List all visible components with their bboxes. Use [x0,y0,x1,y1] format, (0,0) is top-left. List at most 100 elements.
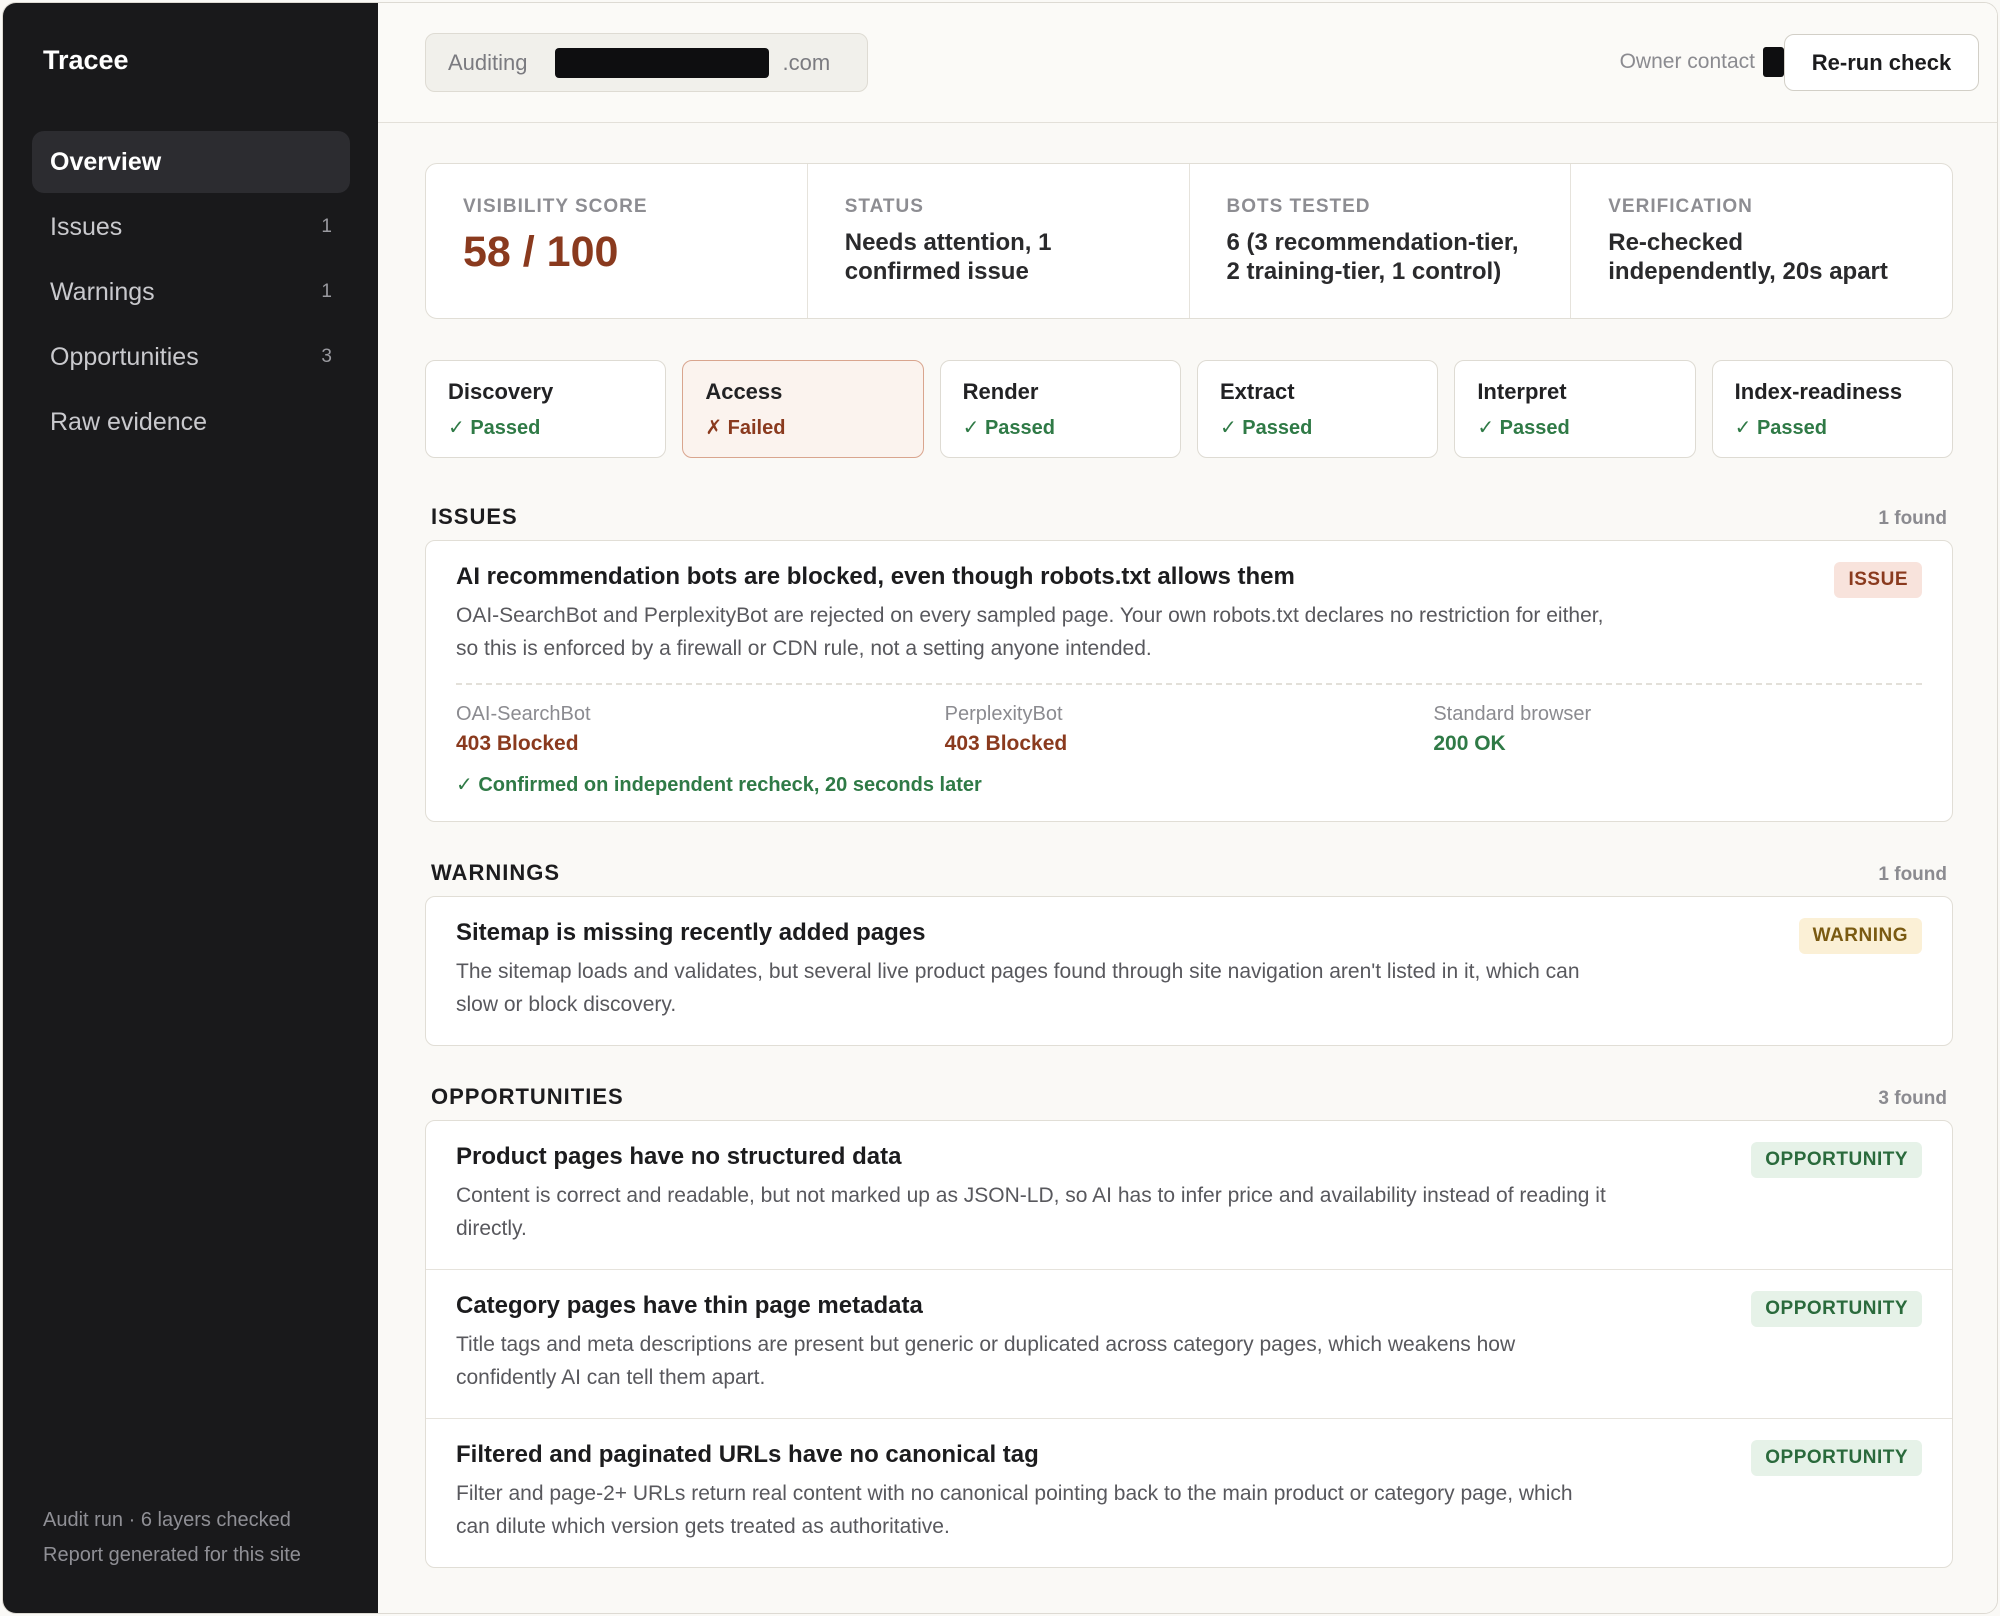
opportunity-card[interactable]: Category pages have thin page metadata T… [426,1270,1952,1419]
evidence-label: Standard browser [1433,703,1592,725]
layer-card-extract[interactable]: Extract ✓ Passed [1196,360,1439,458]
sidebar-item-issues[interactable]: Issues 1 [32,196,350,258]
auditing-domain-pill: Auditing .com [425,33,868,92]
layer-status: ✓ Passed [1734,417,1828,439]
sidebar-item-warnings[interactable]: Warnings 1 [32,261,350,323]
evidence-label: PerplexityBot [944,703,1063,725]
sidebar-item-label: Raw evidence [50,407,208,436]
sidebar-item-count: 1 [321,281,332,302]
section-header: ISSUES 1 found [425,496,1953,530]
warnings-list: Sitemap is missing recently added pages … [425,896,1953,1046]
layer-name: Extract [1219,379,1295,404]
evidence-row: OAI-SearchBot 403 Blocked PerplexityBot … [456,683,1922,756]
evidence-oai-searchbot: OAI-SearchBot 403 Blocked [456,703,945,756]
footer-audit-summary: Audit run · 6 layers checked [43,1509,291,1531]
card-title: Category pages have thin page metadata [456,1292,923,1319]
opportunities-list: Product pages have no structured data Co… [425,1120,1953,1568]
layer-status: ✓ Passed [1477,417,1570,439]
section-count: 3 found [1878,1088,1947,1109]
evidence-value: 200 OK [1433,732,1506,755]
layer-status: ✓ Passed [1219,417,1313,439]
domain-suffix: .com [782,49,831,75]
sidebar-footer: Audit run · 6 layers checked Report gene… [43,1503,301,1573]
sidebar-item-label: Warnings [50,277,155,306]
opportunity-badge: OPPORTUNITY [1751,1440,1922,1476]
card-description: Content is correct and readable, but not… [456,1184,1606,1240]
section-header: OPPORTUNITIES 3 found [425,1076,1953,1110]
section-title: WARNINGS [431,860,560,885]
issues-section: ISSUES 1 found AI recommendation bots ar… [425,496,1953,822]
layer-card-discovery[interactable]: Discovery ✓ Passed [425,360,667,458]
rerun-check-button[interactable]: Re-run check [1784,34,1979,91]
main-panel: Auditing .com Owner contact Re-run check… [378,3,1997,1613]
card-title: AI recommendation bots are blocked, even… [456,563,1295,590]
bots-tested-value: 6 (3 recommendation-tier, 2 training-tie… [1226,229,1519,285]
opportunity-card[interactable]: Filtered and paginated URLs have no cano… [426,1419,1952,1567]
issue-card[interactable]: AI recommendation bots are blocked, even… [426,541,1952,821]
sidebar-item-count: 3 [321,346,332,367]
sidebar-nav: Overview Issues 1 Warnings 1 Opportuniti… [32,131,350,456]
section-title: ISSUES [431,504,518,529]
stat-verification: VERIFICATION Re-checked independently, 2… [1571,164,1952,318]
layer-name: Access [705,379,783,404]
redacted-domain [554,47,769,78]
evidence-label: OAI-SearchBot [456,703,591,725]
layer-checks: Discovery ✓ Passed Access ✗ Failed Rende… [425,360,1953,458]
evidence-value: 403 Blocked [944,732,1068,755]
card-description: OAI-SearchBot and PerplexityBot are reje… [456,604,1604,660]
layer-card-render[interactable]: Render ✓ Passed [939,360,1181,458]
evidence-perplexitybot: PerplexityBot 403 Blocked [945,703,1434,756]
warning-badge: WARNING [1798,918,1922,954]
stat-visibility-score: VISIBILITY SCORE 58 / 100 [426,164,808,318]
opportunity-badge: OPPORTUNITY [1751,1291,1922,1327]
summary-stats: VISIBILITY SCORE 58 / 100 STATUS Needs a… [425,163,1953,319]
stat-label: VERIFICATION [1608,196,1753,217]
section-count: 1 found [1878,864,1947,885]
layer-name: Index-readiness [1734,379,1903,404]
layer-status: ✓ Passed [962,417,1056,439]
card-description: Title tags and meta descriptions are pre… [456,1333,1516,1389]
opportunity-card[interactable]: Product pages have no structured data Co… [426,1121,1952,1270]
app-window: Tracee Overview Issues 1 Warnings 1 Oppo… [2,2,1998,1614]
stat-status: STATUS Needs attention, 1 confirmed issu… [808,164,1190,318]
issues-list: AI recommendation bots are blocked, even… [425,540,1953,822]
redacted-owner-contact [1763,47,1784,77]
sidebar-item-opportunities[interactable]: Opportunities 3 [32,326,350,388]
visibility-score-value: 58 / 100 [463,228,619,276]
sidebar-item-overview[interactable]: Overview [32,131,350,193]
sidebar-item-label: Overview [50,147,162,176]
layer-name: Discovery [448,379,554,404]
card-title: Sitemap is missing recently added pages [456,919,926,946]
opportunity-badge: OPPORTUNITY [1751,1142,1922,1178]
sidebar-item-count: 1 [321,216,332,237]
sidebar-item-label: Opportunities [50,342,199,371]
layer-status: ✓ Passed [448,417,541,439]
layer-card-access[interactable]: Access ✗ Failed [682,360,924,458]
stat-label: BOTS TESTED [1226,196,1371,217]
layer-card-index-readiness[interactable]: Index-readiness ✓ Passed [1711,360,1953,458]
footer-report-note: Report generated for this site [43,1544,301,1566]
recheck-confirmation: ✓ Confirmed on independent recheck, 20 s… [456,774,982,796]
opportunities-section: OPPORTUNITIES 3 found Product pages have… [425,1076,1953,1568]
layer-status: ✗ Failed [705,417,786,439]
evidence-value: 403 Blocked [456,732,579,755]
sidebar-item-raw-evidence[interactable]: Raw evidence [32,391,350,453]
auditing-label: Auditing [448,49,528,75]
card-title: Filtered and paginated URLs have no cano… [456,1441,1039,1468]
section-header: WARNINGS 1 found [425,852,1953,886]
status-value: Needs attention, 1 confirmed issue [844,229,1052,285]
card-description: Filter and page-2+ URLs return real cont… [456,1482,1573,1538]
stat-bots-tested: BOTS TESTED 6 (3 recommendation-tier, 2 … [1190,164,1572,318]
warning-card[interactable]: Sitemap is missing recently added pages … [426,897,1952,1045]
sidebar-item-label: Issues [50,212,123,241]
stat-label: VISIBILITY SCORE [463,196,648,217]
report-content: VISIBILITY SCORE 58 / 100 STATUS Needs a… [425,163,1953,1568]
card-description: The sitemap loads and validates, but sev… [456,960,1580,1016]
sidebar: Tracee Overview Issues 1 Warnings 1 Oppo… [3,3,378,1613]
verification-value: Re-checked independently, 20s apart [1608,229,1888,285]
section-count: 1 found [1878,508,1947,529]
top-bar: Auditing .com Owner contact Re-run check [378,3,1997,123]
card-title: Product pages have no structured data [456,1143,902,1170]
layer-name: Interpret [1477,379,1567,404]
layer-card-interpret[interactable]: Interpret ✓ Passed [1454,360,1696,458]
